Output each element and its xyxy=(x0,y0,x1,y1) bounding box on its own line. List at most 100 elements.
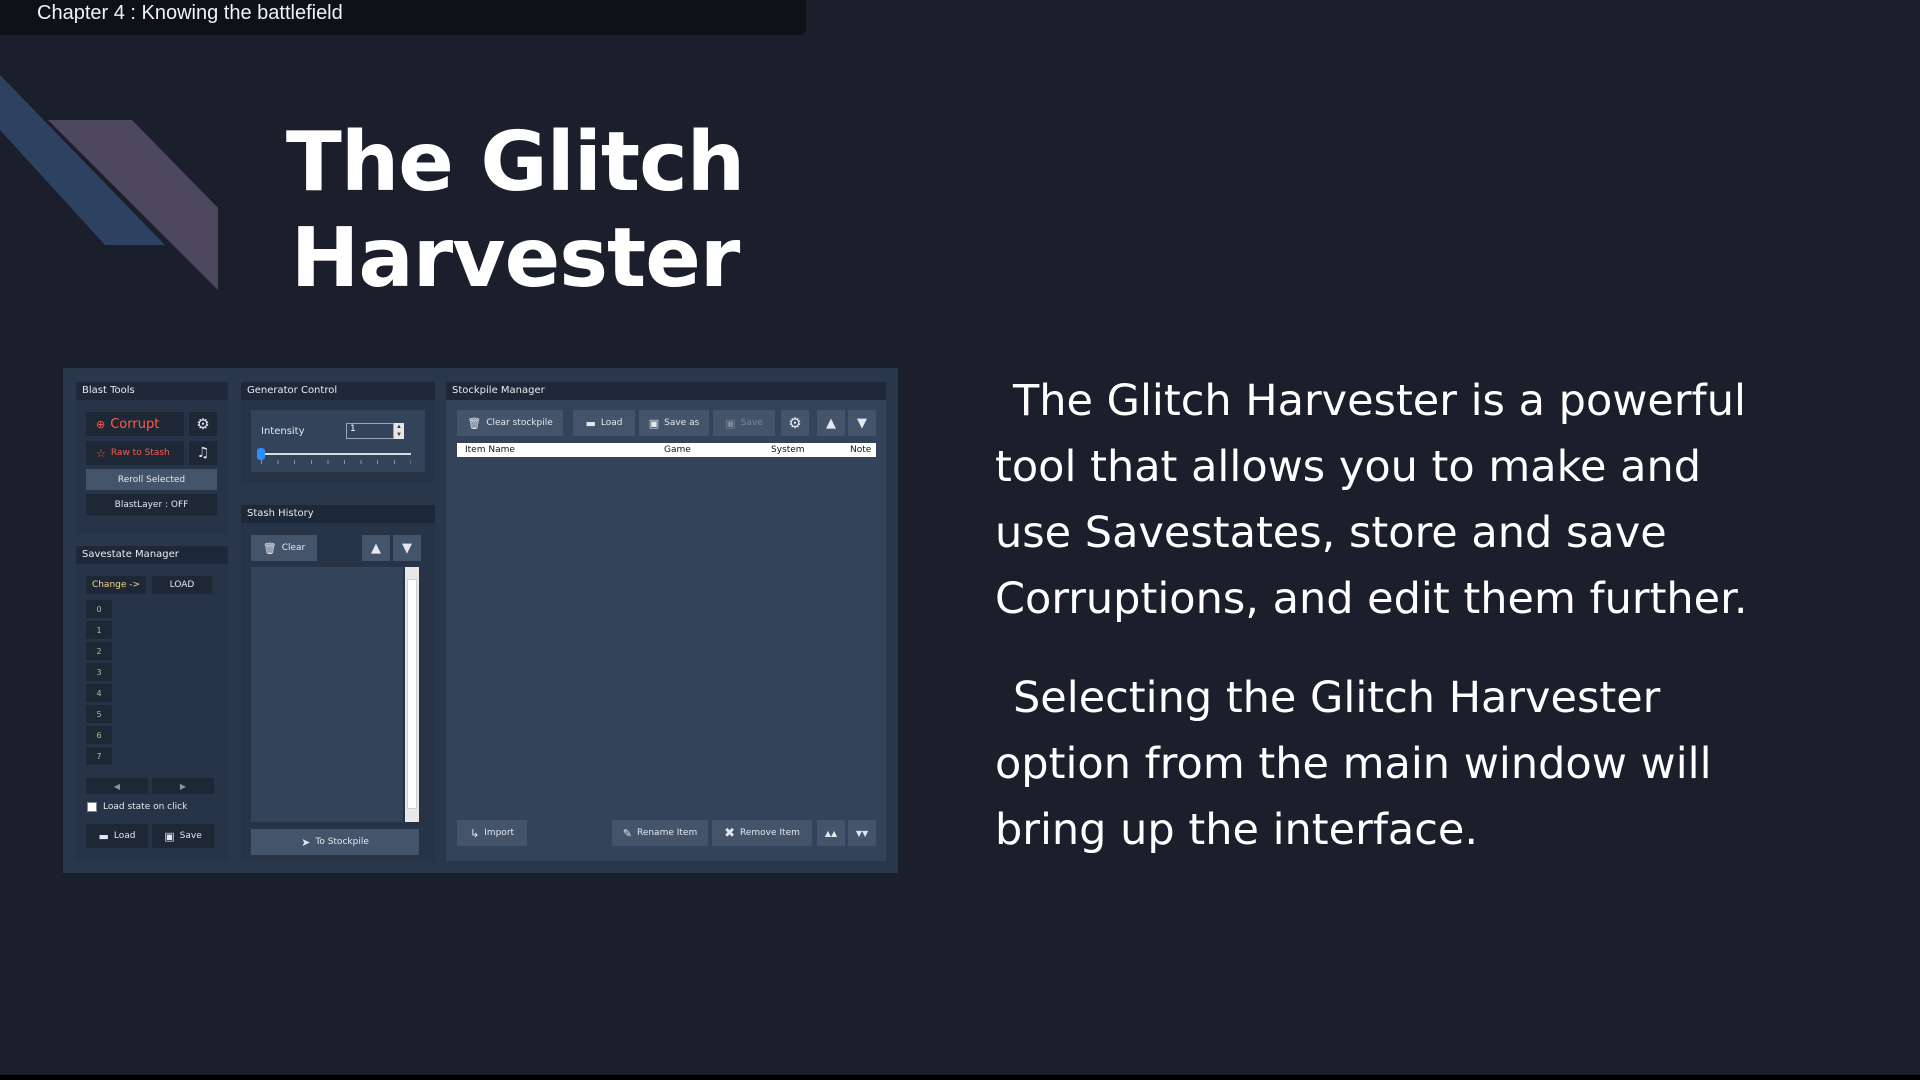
slider-ticks xyxy=(261,460,411,464)
savestate-save-button[interactable]: ▣ Save xyxy=(152,824,214,848)
savestate-slot-5[interactable]: 5 xyxy=(86,705,112,723)
double-arrow-up-icon: ▲▲ xyxy=(824,828,838,838)
blast-tools-header: Blast Tools xyxy=(76,382,228,400)
stockpile-save-label: Save xyxy=(740,418,763,428)
prev-page-button[interactable]: ◀ xyxy=(86,778,148,794)
import-icon: ↳ xyxy=(469,826,480,840)
music-note-icon: ♫ xyxy=(196,445,210,461)
folder-icon: ▬ xyxy=(585,416,596,430)
reroll-selected-button[interactable]: Reroll Selected xyxy=(86,469,217,490)
stash-history-panel: Stash History 🗑 Clear ▲ ▼ ➤ To Stockpile xyxy=(241,505,435,861)
corrupt-button[interactable]: ⊕ Corrupt xyxy=(86,412,184,436)
intensity-slider-track[interactable] xyxy=(261,453,411,455)
close-icon: ✖ xyxy=(724,825,736,841)
generator-control-header: Generator Control xyxy=(241,382,435,400)
savestate-slot-3[interactable]: 3 xyxy=(86,663,112,681)
savestate-slot-0[interactable]: 0 xyxy=(86,600,112,618)
remove-item-label: Remove Item xyxy=(740,828,800,838)
trash-icon: 🗑 xyxy=(262,541,277,555)
raw-to-stash-label: Raw to Stash xyxy=(110,448,170,458)
load-state-label: Load state on click xyxy=(103,802,188,812)
savestate-manager-header: Savestate Manager xyxy=(76,546,228,564)
intensity-input[interactable]: 1 xyxy=(346,423,394,439)
stockpile-manager-header: Stockpile Manager xyxy=(446,382,886,400)
savestate-slot-2[interactable]: 2 xyxy=(86,642,112,660)
move-to-top-button[interactable]: ▲▲ xyxy=(817,820,845,846)
stockpile-table-header: Item Name Game System Note xyxy=(457,443,876,457)
paragraph-1: The Glitch Harvester is a powerful tool … xyxy=(995,376,1748,624)
move-to-bottom-button[interactable]: ▼▼ xyxy=(848,820,876,846)
description: The Glitch Harvester is a powerful tool … xyxy=(995,368,1775,896)
page-title: The Glitch Harvester xyxy=(270,115,760,307)
column-system[interactable]: System xyxy=(771,443,805,457)
arrow-up-icon: ▲ xyxy=(826,415,836,431)
stockpile-manager-panel: Stockpile Manager 🗑 Clear stockpile ▬ Lo… xyxy=(446,382,886,861)
title-line-2: Harvester xyxy=(290,211,741,306)
crosshair-icon: ⊕ xyxy=(96,417,106,431)
clear-stash-button[interactable]: 🗑 Clear xyxy=(251,535,317,561)
glitch-harvester-window: Blast Tools ⊕ Corrupt ⚙ ☆ Raw to Stash ♫… xyxy=(63,368,898,873)
stockpile-settings-button[interactable]: ⚙ xyxy=(781,410,809,436)
clear-stockpile-label: Clear stockpile xyxy=(486,418,553,428)
clear-stockpile-button[interactable]: 🗑 Clear stockpile xyxy=(457,410,563,436)
decorative-stripes xyxy=(0,75,218,290)
generator-control-panel: Generator Control Intensity 1 ▲ ▼ xyxy=(241,382,435,482)
column-game[interactable]: Game xyxy=(664,443,691,457)
next-page-button[interactable]: ▶ xyxy=(152,778,214,794)
rename-item-button[interactable]: ✎ Rename Item xyxy=(612,820,708,846)
remove-item-button[interactable]: ✖ Remove Item xyxy=(712,820,812,846)
stockpile-list[interactable] xyxy=(457,457,876,812)
stockpile-load-label: Load xyxy=(600,418,623,428)
clear-stash-label: Clear xyxy=(281,543,306,553)
load-caps-button[interactable]: LOAD xyxy=(152,576,212,594)
stockpile-move-up-button[interactable]: ▲ xyxy=(817,410,845,436)
floppy-icon: ▣ xyxy=(725,416,736,430)
import-button[interactable]: ↳ Import xyxy=(457,820,527,846)
arrow-down-icon: ▼ xyxy=(857,415,867,431)
send-icon: ➤ xyxy=(301,835,311,849)
stash-history-header: Stash History xyxy=(241,505,435,523)
arrow-up-icon: ▲ xyxy=(371,540,381,556)
stash-move-down-button[interactable]: ▼ xyxy=(393,535,421,561)
gear-icon: ⚙ xyxy=(196,415,210,433)
music-button[interactable]: ♫ xyxy=(189,441,217,465)
stash-move-up-button[interactable]: ▲ xyxy=(362,535,390,561)
raw-to-stash-button[interactable]: ☆ Raw to Stash xyxy=(86,441,184,465)
savestate-load-button[interactable]: ▬ Load xyxy=(86,824,148,848)
column-item-name[interactable]: Item Name xyxy=(465,443,515,457)
folder-icon: ▬ xyxy=(98,829,109,843)
savestate-slot-4[interactable]: 4 xyxy=(86,684,112,702)
blast-tools-panel: Blast Tools ⊕ Corrupt ⚙ ☆ Raw to Stash ♫… xyxy=(76,382,228,534)
load-state-checkbox[interactable] xyxy=(87,802,97,812)
to-stockpile-label: To Stockpile xyxy=(315,837,369,847)
stash-scrollbar-thumb[interactable] xyxy=(407,579,417,809)
corrupt-label: Corrupt xyxy=(110,416,160,432)
arrow-down-icon: ▼ xyxy=(402,540,412,556)
savestate-slot-6[interactable]: 6 xyxy=(86,726,112,744)
title-line-1: The Glitch xyxy=(285,115,745,210)
stockpile-save-as-label: Save as xyxy=(664,418,700,428)
stockpile-move-down-button[interactable]: ▼ xyxy=(848,410,876,436)
import-label: Import xyxy=(484,828,515,838)
gear-icon: ⚙ xyxy=(788,414,802,432)
intensity-spinner[interactable]: ▲ ▼ xyxy=(394,423,404,439)
star-icon: ☆ xyxy=(96,446,106,460)
stockpile-save-button[interactable]: ▣ Save xyxy=(713,410,775,436)
chapter-bar: Chapter 4 : Knowing the battlefield xyxy=(0,0,806,35)
stockpile-save-as-button[interactable]: ▣ Save as xyxy=(639,410,709,436)
stash-history-list[interactable] xyxy=(251,567,403,822)
stash-scrollbar[interactable] xyxy=(405,567,419,822)
blastlayer-toggle[interactable]: BlastLayer : OFF xyxy=(86,494,217,515)
column-note[interactable]: Note xyxy=(850,443,871,457)
to-stockpile-button[interactable]: ➤ To Stockpile xyxy=(251,829,419,855)
settings-button[interactable]: ⚙ xyxy=(189,412,217,436)
stockpile-load-button[interactable]: ▬ Load xyxy=(573,410,635,436)
floppy-icon: ▣ xyxy=(164,829,175,843)
savestate-manager-panel: Savestate Manager Change -> LOAD 0 1 2 3… xyxy=(76,546,228,861)
bottom-border xyxy=(0,1075,1920,1080)
change-button[interactable]: Change -> xyxy=(86,576,146,594)
savestate-slot-1[interactable]: 1 xyxy=(86,621,112,639)
intensity-slider-thumb[interactable] xyxy=(257,448,265,460)
trash-icon: 🗑 xyxy=(467,416,482,430)
savestate-slot-7[interactable]: 7 xyxy=(86,747,112,765)
